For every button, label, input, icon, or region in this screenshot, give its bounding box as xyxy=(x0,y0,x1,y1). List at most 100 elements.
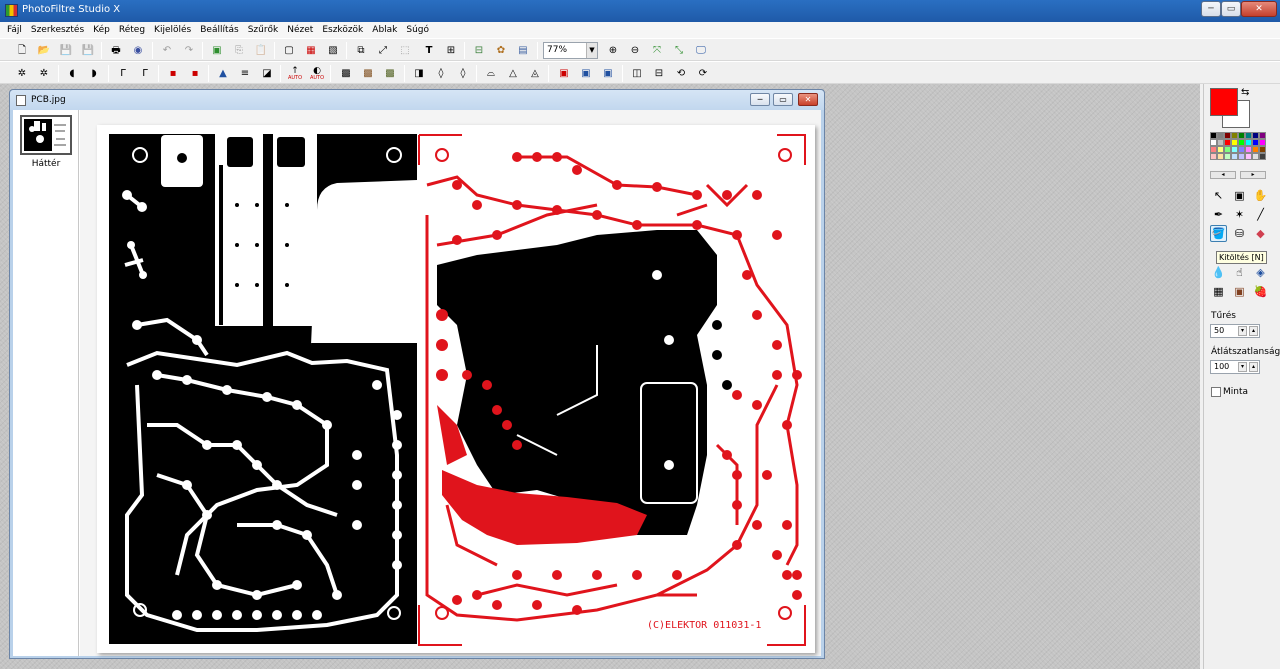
filter-1-icon[interactable]: ▩ xyxy=(338,66,354,81)
actual-size-icon[interactable]: ⤡ xyxy=(671,43,687,58)
paste-icon[interactable]: 📋 xyxy=(253,43,269,58)
rotate-left-icon[interactable]: ⟲ xyxy=(673,66,689,81)
minimize-button[interactable]: ─ xyxy=(1201,1,1221,17)
eraser-icon[interactable]: ◆ xyxy=(1252,225,1269,242)
palette-swatch[interactable] xyxy=(1238,132,1245,139)
strawberry-icon[interactable]: 🍓 xyxy=(1252,283,1269,300)
palette-swatch[interactable] xyxy=(1252,139,1259,146)
palette-swatch[interactable] xyxy=(1252,146,1259,153)
layer-color-icon[interactable]: ▧ xyxy=(325,43,341,58)
palette-swatch[interactable] xyxy=(1252,132,1259,139)
palette-swatch[interactable] xyxy=(1238,146,1245,153)
print-icon[interactable]: 🖶 xyxy=(108,43,124,58)
auto-levels-button[interactable]: ↑ AUTO xyxy=(287,66,303,81)
fullscreen-icon[interactable]: 🖵 xyxy=(693,43,709,58)
text-icon[interactable]: T xyxy=(421,43,437,58)
palette-next-button[interactable]: ▸ xyxy=(1240,171,1266,179)
menu-help[interactable]: Súgó xyxy=(406,25,429,35)
copy-icon[interactable]: ⎘ xyxy=(231,43,247,58)
opacity-down-icon[interactable]: ▾ xyxy=(1238,362,1247,372)
image-stamp-icon[interactable]: ▣ xyxy=(1231,283,1248,300)
palette-swatch[interactable] xyxy=(1231,139,1238,146)
save-as-icon[interactable]: 💾 xyxy=(80,43,96,58)
close-button[interactable]: ✕ xyxy=(1241,1,1277,17)
color-filter-2-icon[interactable]: ▣ xyxy=(578,66,594,81)
new-layer-icon[interactable]: ▢ xyxy=(281,43,297,58)
tolerance-down-icon[interactable]: ▾ xyxy=(1238,326,1247,336)
levels-icon[interactable]: ≡ xyxy=(237,66,253,81)
line-tool-icon[interactable]: ╱ xyxy=(1252,206,1269,223)
magic-wand-plus-icon[interactable]: ✲ xyxy=(14,66,30,81)
palette-swatch[interactable] xyxy=(1259,146,1266,153)
saturation-down-icon[interactable]: ▪ xyxy=(165,66,181,81)
open-icon[interactable]: 📂 xyxy=(36,43,52,58)
palette-swatch[interactable] xyxy=(1245,139,1252,146)
palette-swatch[interactable] xyxy=(1217,153,1224,160)
filter-2-icon[interactable]: ▩ xyxy=(360,66,376,81)
palette-swatch[interactable] xyxy=(1224,153,1231,160)
palette-swatch[interactable] xyxy=(1245,153,1252,160)
menu-selection[interactable]: Kijelölés xyxy=(154,25,191,35)
resize-icon[interactable]: ⤢ xyxy=(375,43,391,58)
image-canvas[interactable]: (C)ELEKTOR 011031-1 xyxy=(97,125,815,653)
menu-filters[interactable]: Szűrők xyxy=(248,25,279,35)
palette-swatch[interactable] xyxy=(1259,132,1266,139)
brightness-down-icon[interactable]: ◖ xyxy=(64,66,80,81)
pattern-checkbox[interactable] xyxy=(1211,387,1221,397)
palette-swatch[interactable] xyxy=(1210,132,1217,139)
grayscale-icon[interactable]: ◪ xyxy=(259,66,275,81)
sharpen-icon[interactable]: ◊ xyxy=(455,66,471,81)
menu-edit[interactable]: Szerkesztés xyxy=(31,25,84,35)
zoom-out-icon[interactable]: ⊖ xyxy=(627,43,643,58)
doc-close-button[interactable]: ✕ xyxy=(798,93,818,106)
blur-tool-icon[interactable]: 💧 xyxy=(1210,264,1227,281)
drop-icon[interactable]: ◬ xyxy=(527,66,543,81)
fit-icon[interactable]: ⤧ xyxy=(649,43,665,58)
palette-swatch[interactable] xyxy=(1224,146,1231,153)
flip-vertical-icon[interactable]: ⊟ xyxy=(651,66,667,81)
undo-icon[interactable]: ↶ xyxy=(159,43,175,58)
palette-swatch[interactable] xyxy=(1252,153,1259,160)
menu-view[interactable]: Nézet xyxy=(287,25,313,35)
pointer-tool-icon[interactable]: ↖ xyxy=(1210,187,1227,204)
selection-tool-icon[interactable]: ▣ xyxy=(1231,187,1248,204)
pattern-tool-icon[interactable]: ▦ xyxy=(1210,283,1227,300)
opacity-up-icon[interactable]: ▴ xyxy=(1249,362,1258,372)
save-icon[interactable]: 💾 xyxy=(58,43,74,58)
layer-thumbnail[interactable] xyxy=(20,115,72,155)
palette-swatch[interactable] xyxy=(1217,139,1224,146)
color-filter-3-icon[interactable]: ▣ xyxy=(600,66,616,81)
selection-icon[interactable]: ⬚ xyxy=(397,43,413,58)
menu-file[interactable]: Fájl xyxy=(7,25,22,35)
palette-swatch[interactable] xyxy=(1217,146,1224,153)
color-picker-icon[interactable]: ✒ xyxy=(1210,206,1227,223)
color-palette[interactable] xyxy=(1210,132,1266,160)
palette-swatch[interactable] xyxy=(1231,132,1238,139)
chevron-down-icon[interactable]: ▼ xyxy=(586,43,597,58)
palette-swatch[interactable] xyxy=(1224,139,1231,146)
menu-window[interactable]: Ablak xyxy=(372,25,397,35)
palette-swatch[interactable] xyxy=(1231,153,1238,160)
magic-wand-icon[interactable]: ✶ xyxy=(1231,206,1248,223)
saturation-up-icon[interactable]: ▪ xyxy=(187,66,203,81)
palette-swatch[interactable] xyxy=(1210,146,1217,153)
swap-colors-icon[interactable]: ⇆ xyxy=(1241,87,1249,98)
palette-swatch[interactable] xyxy=(1245,146,1252,153)
triangle-icon[interactable]: △ xyxy=(505,66,521,81)
plugins-icon[interactable]: ✿ xyxy=(493,43,509,58)
palette-swatch[interactable] xyxy=(1245,132,1252,139)
spray-tool-icon[interactable]: ⛁ xyxy=(1231,225,1248,242)
tolerance-input[interactable]: 50 ▾ ▴ xyxy=(1210,324,1260,338)
zoom-select[interactable]: 77% ▼ xyxy=(543,42,598,59)
palette-swatch[interactable] xyxy=(1259,139,1266,146)
palette-swatch[interactable] xyxy=(1210,139,1217,146)
redo-icon[interactable]: ↷ xyxy=(181,43,197,58)
contrast-down-icon[interactable]: Γ xyxy=(115,66,131,81)
rotate-right-icon[interactable]: ⟳ xyxy=(695,66,711,81)
gamma-icon[interactable]: ▲ xyxy=(215,66,231,81)
palette-swatch[interactable] xyxy=(1238,153,1245,160)
doc-maximize-button[interactable]: ▭ xyxy=(773,93,793,106)
contrast-up-icon[interactable]: Γ xyxy=(137,66,153,81)
new-icon[interactable]: 🗋 xyxy=(14,43,30,58)
paste-as-image-icon[interactable]: ▣ xyxy=(209,43,225,58)
